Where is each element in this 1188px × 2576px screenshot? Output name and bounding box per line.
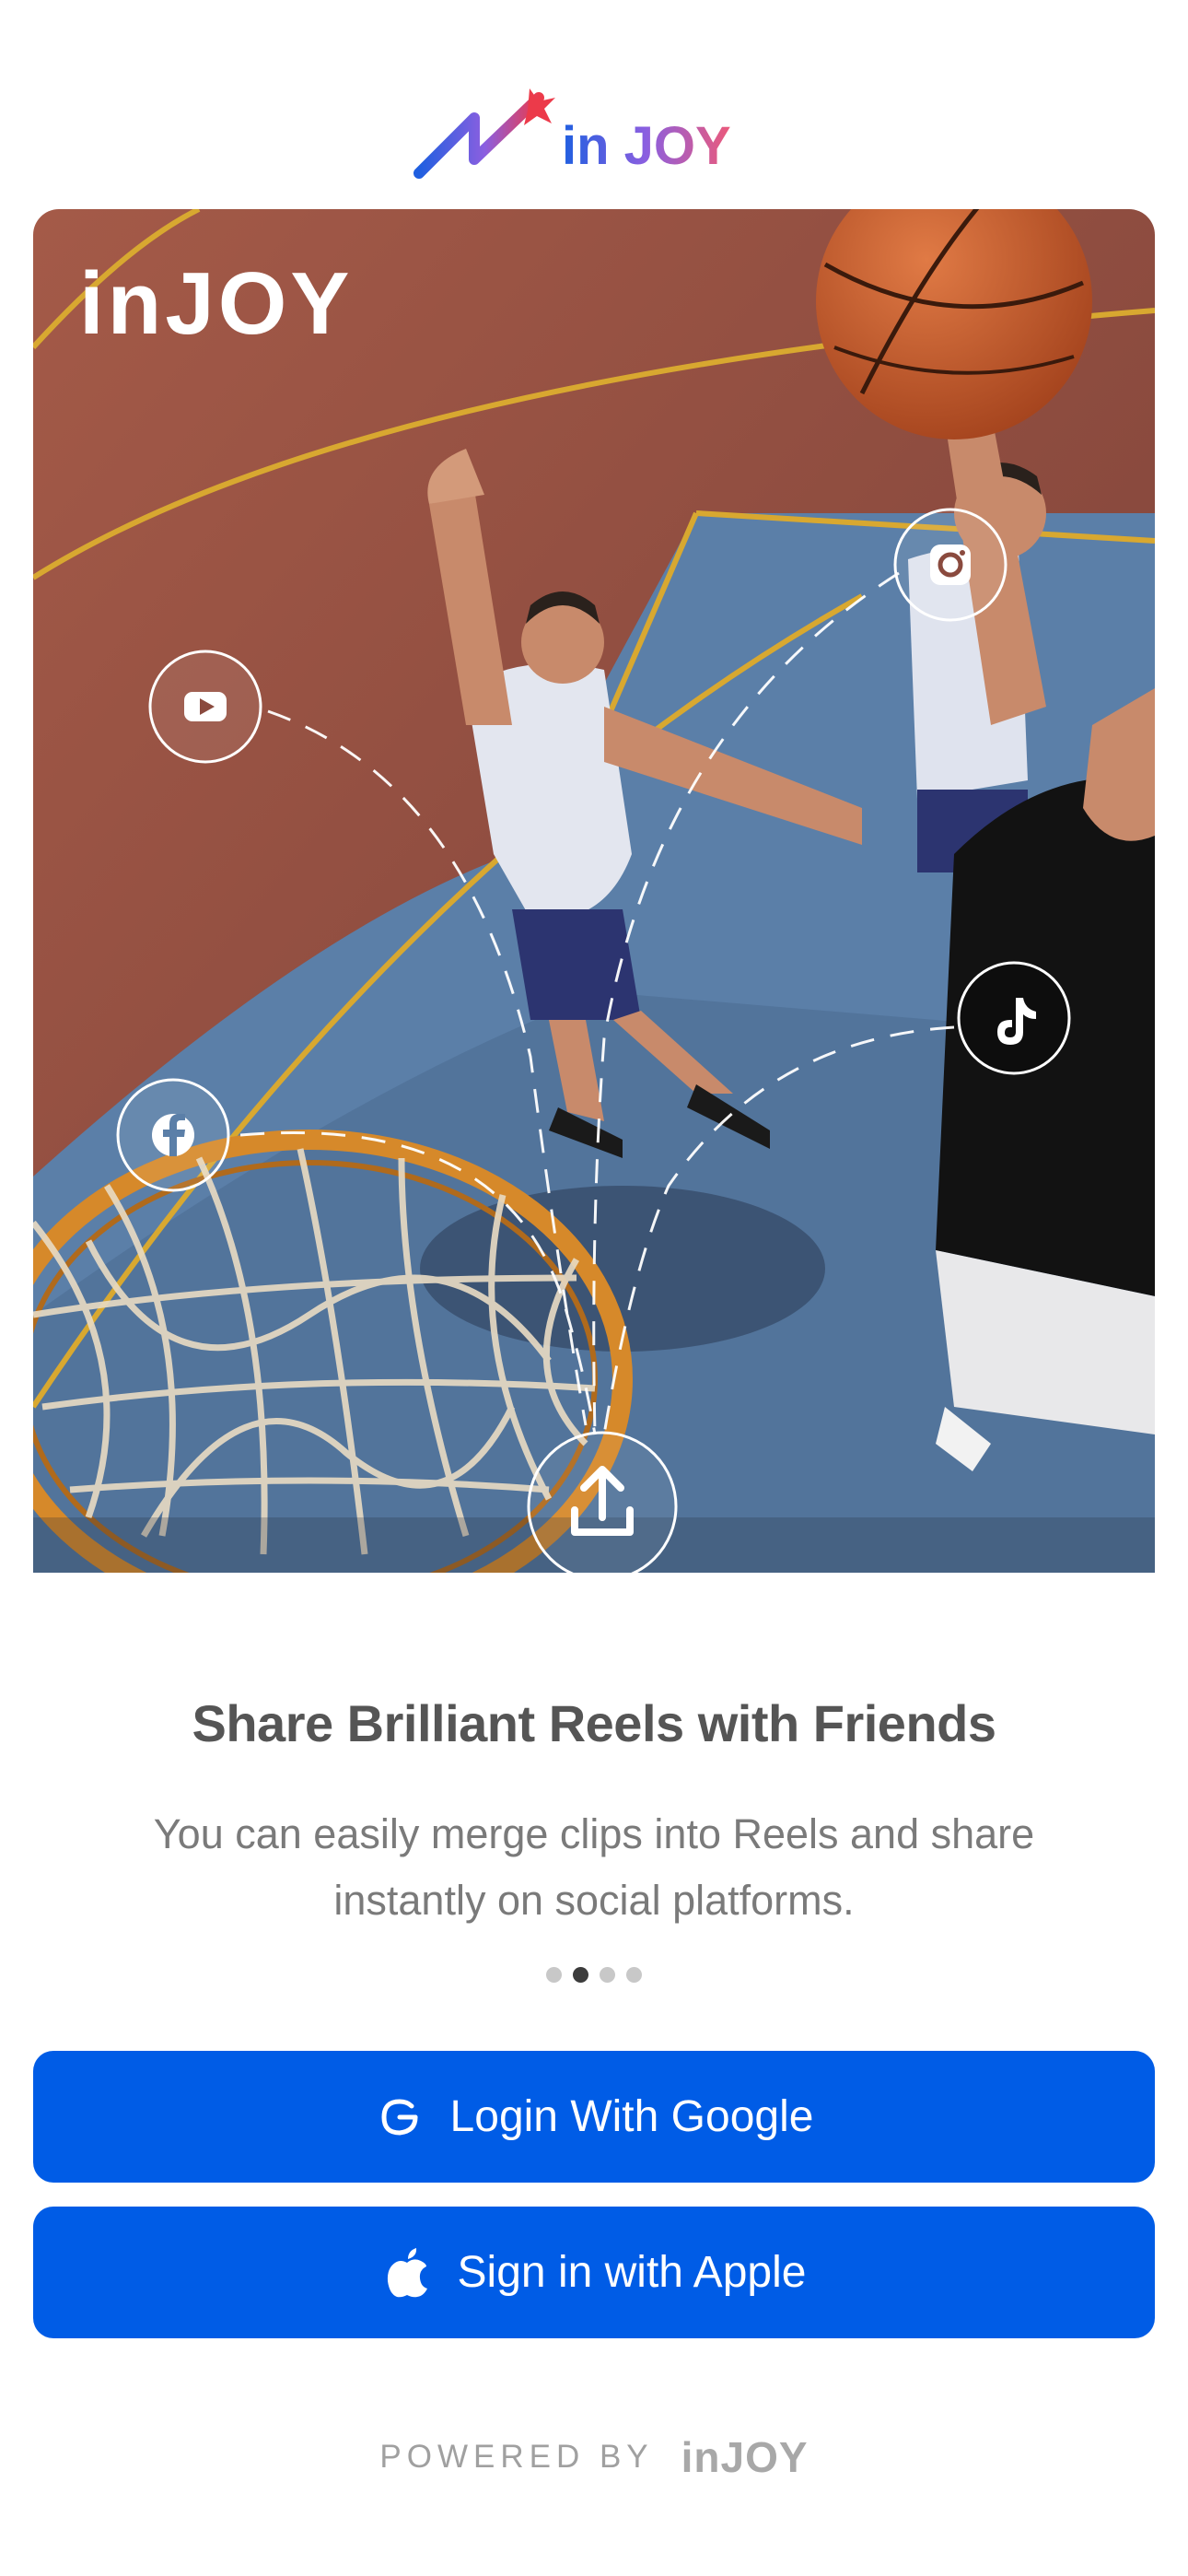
onboarding-title: Share Brilliant Reels with Friends <box>192 1694 996 1752</box>
powered-by-footer: POWERED BY inJOY <box>0 2432 1188 2482</box>
upload-icon <box>527 1431 678 1573</box>
sign-in-apple-label: Sign in with Apple <box>457 2248 807 2297</box>
sign-in-apple-button[interactable]: Sign in with Apple <box>33 2207 1155 2338</box>
tiktok-icon <box>957 961 1071 1075</box>
hero-logo: inJOY <box>79 254 353 353</box>
login-google-button[interactable]: Login With Google <box>33 2051 1155 2183</box>
onboarding-description: You can easily merge clips into Reels an… <box>153 1810 1035 1924</box>
brand-logo: in JOY <box>410 81 778 182</box>
page-dot[interactable] <box>546 1967 562 1983</box>
page-dot-active[interactable] <box>573 1967 588 1983</box>
instagram-icon <box>893 508 1007 622</box>
youtube-icon <box>148 650 262 764</box>
powered-by-label: POWERED BY <box>379 2439 654 2475</box>
page-dot[interactable] <box>600 1967 615 1983</box>
page-dot[interactable] <box>626 1967 642 1983</box>
login-google-label: Login With Google <box>449 2092 814 2141</box>
page-indicator <box>0 1967 1188 1983</box>
brand-logo-text: in JOY <box>562 116 731 176</box>
footer-logo: inJOY <box>681 2433 809 2481</box>
facebook-icon <box>116 1078 230 1192</box>
hero-image: inJOY <box>33 209 1155 1573</box>
apple-icon <box>382 2247 432 2298</box>
google-icon <box>375 2092 425 2142</box>
